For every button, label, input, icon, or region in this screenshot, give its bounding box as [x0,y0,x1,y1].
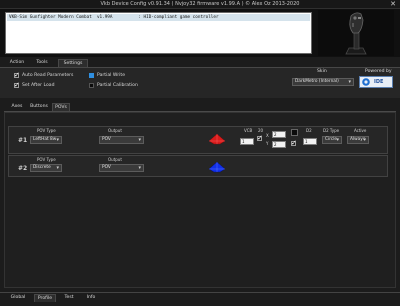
vcb-label: VCB [244,128,253,133]
active-label: Active [354,128,367,133]
device-list-row[interactable]: VKB-Sim Gunfighter Modern Combat v1.99A … [7,14,310,21]
device-list[interactable]: VKB-Sim Gunfighter Modern Combat v1.99A … [5,12,312,54]
output-label: Output [108,128,122,133]
joystick-image [318,10,394,56]
tab-axes[interactable]: Axes [8,103,26,111]
partial-write-swatch [89,73,94,78]
pov-number: #2 [18,165,28,172]
vcb-input[interactable]: 1 [240,138,254,145]
tab-buttons[interactable]: Buttons [28,103,50,111]
pov-type-label: POV Type [37,157,56,162]
y-label: Y [266,141,269,146]
title-bar: Vkb Device Config v0.91.34 ( Nvjoy32 fir… [0,0,400,9]
active-select[interactable]: Always [347,136,369,144]
set-after-load-label: Set After Load [22,83,55,88]
joystick-icon [345,12,367,55]
pov-number: #1 [18,137,28,144]
x-input[interactable]: 2 [272,131,286,138]
output-select[interactable]: POV [99,136,144,144]
partial-calibration-label: Partial Calibration [97,83,138,88]
output-label: Output [108,157,122,162]
pov-type-select[interactable]: LeftHat 8w [30,136,62,144]
pov-hat-icon [208,133,226,145]
d2-input[interactable]: 1 [303,138,317,145]
skin-label: Skin [317,69,327,74]
pov-type-select[interactable]: Discrete [30,164,62,172]
tab-test[interactable]: Test [60,294,78,302]
output-select[interactable]: POV [99,164,144,172]
num-20-label: 20 [258,128,264,133]
tab-info[interactable]: Info [82,294,100,302]
tab-profile[interactable]: Profile [34,294,56,302]
tab-global[interactable]: Global [8,294,28,302]
d2-type-select[interactable]: Circle [322,136,342,144]
close-icon[interactable]: ✕ [390,0,396,8]
pov-hat-icon [208,161,226,173]
y-checkbox[interactable] [291,139,297,147]
window-title: Vkb Device Config v0.91.34 ( Nvjoy32 fir… [100,1,300,7]
pov-type-label: POV Type [37,128,56,133]
tab-settings[interactable]: Settings [58,59,88,67]
pov-row-2 [8,155,388,177]
tab-tools[interactable]: Tools [32,59,52,67]
powered-by-logo: IDE [359,76,393,88]
set-after-load-checkbox[interactable] [14,81,20,89]
x-label: X [266,133,269,138]
auto-read-label: Auto Read Parameters [22,73,74,78]
ide-logo-text: IDE [374,79,384,85]
vcb-checkbox[interactable] [257,134,263,142]
partial-write-label: Partial Write [97,73,126,78]
y-input[interactable]: 2 [272,141,286,148]
d2-type-label: D2 Type [323,128,340,133]
x-color-swatch [291,129,298,136]
tab-action[interactable]: Action [6,59,28,67]
device-type: : HID-compliant game controller [138,15,219,20]
powered-by-label: Powered by [365,69,392,74]
d2-label: D2 [306,128,312,133]
device-name: VKB-Sim Gunfighter Modern Combat v1.99A [9,15,113,20]
tab-povs[interactable]: POVs [52,103,70,111]
partial-calibration-swatch [89,83,94,88]
skin-select[interactable]: DarkMetro (Internal) [292,78,354,86]
auto-read-checkbox[interactable] [14,71,20,79]
